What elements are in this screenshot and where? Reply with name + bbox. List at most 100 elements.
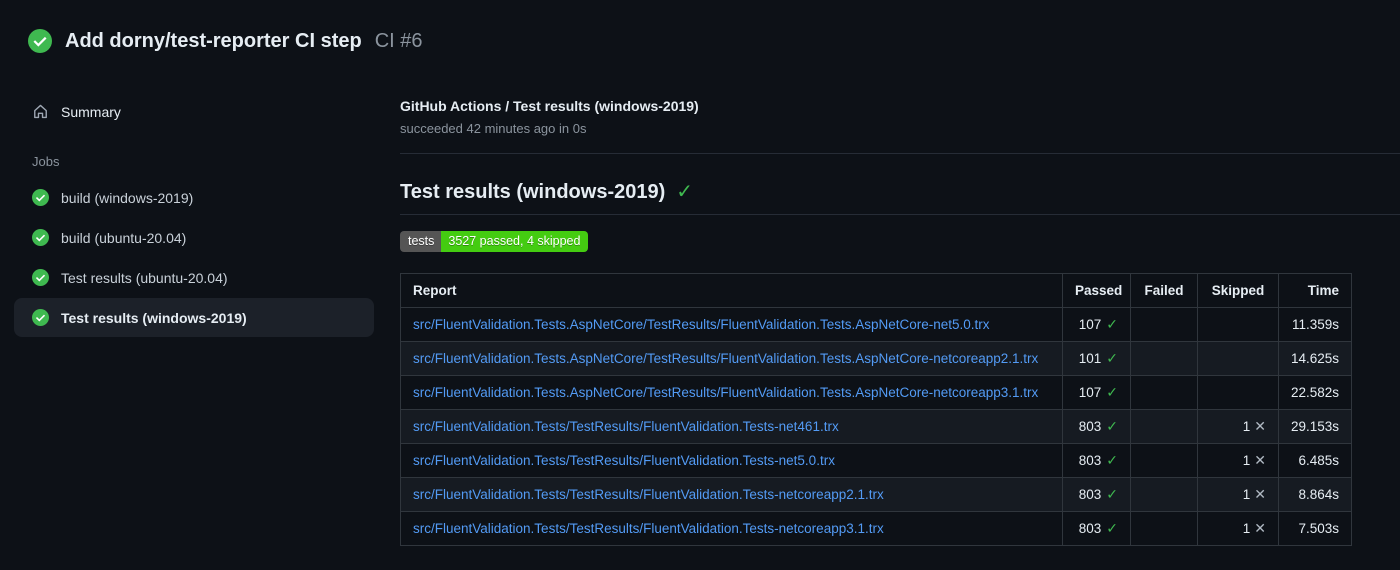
check-icon: ✓	[1106, 384, 1118, 400]
sidebar-item-job[interactable]: build (ubuntu-20.04)	[14, 218, 374, 257]
passed-count: 107	[1078, 385, 1102, 400]
failed-cell	[1130, 409, 1198, 444]
job-label: build (ubuntu-20.04)	[61, 229, 187, 246]
sidebar-item-job[interactable]: Test results (ubuntu-20.04)	[14, 258, 374, 297]
check-circle-icon	[28, 28, 52, 53]
passed-count: 803	[1078, 521, 1102, 536]
column-header-report: Report	[400, 273, 1063, 308]
passed-count: 803	[1078, 487, 1102, 502]
report-cell: src/FluentValidation.Tests/TestResults/F…	[400, 511, 1063, 546]
sidebar-item-job[interactable]: build (windows-2019)	[14, 178, 374, 217]
report-link[interactable]: src/FluentValidation.Tests.AspNetCore/Te…	[413, 385, 1038, 400]
breadcrumb: GitHub Actions / Test results (windows-2…	[400, 98, 699, 114]
column-header-skipped: Skipped	[1197, 273, 1279, 308]
report-link[interactable]: src/FluentValidation.Tests/TestResults/F…	[413, 487, 884, 502]
table-header-row: Report Passed Failed Skipped Time	[400, 273, 1352, 308]
passed-count: 803	[1078, 419, 1102, 434]
badge-value: 3527 passed, 4 skipped	[441, 231, 589, 252]
failed-cell	[1130, 443, 1198, 478]
run-header: Add dorny/test-reporter CI step CI #6	[0, 0, 1400, 54]
time-cell: 7.503s	[1278, 511, 1352, 546]
check-icon: ✓	[1106, 350, 1118, 366]
passed-cell: 107 ✓	[1062, 307, 1131, 342]
skipped-count: 1	[1242, 487, 1251, 502]
column-header-passed: Passed	[1062, 273, 1131, 308]
passed-cell: 803 ✓	[1062, 477, 1131, 512]
failed-cell	[1130, 341, 1198, 376]
report-link[interactable]: src/FluentValidation.Tests/TestResults/F…	[413, 453, 835, 468]
skipped-count: 1	[1242, 419, 1251, 434]
check-icon: ✓	[1106, 486, 1118, 502]
page-title: Test results (windows-2019) ✓	[400, 179, 1400, 205]
report-cell: src/FluentValidation.Tests/TestResults/F…	[400, 477, 1063, 512]
jobs-list: build (windows-2019) build (ubuntu-20.04)…	[14, 178, 374, 337]
tests-status-badge: tests 3527 passed, 4 skipped	[400, 231, 589, 252]
column-header-time: Time	[1278, 273, 1352, 308]
failed-cell	[1130, 477, 1198, 512]
check-circle-icon	[32, 269, 49, 286]
time-cell: 6.485s	[1278, 443, 1352, 478]
skipped-count: 1	[1242, 521, 1251, 536]
failed-cell	[1130, 307, 1198, 342]
check-circle-icon	[32, 229, 49, 246]
time-cell: 11.359s	[1278, 307, 1352, 342]
passed-count: 803	[1078, 453, 1102, 468]
passed-cell: 803 ✓	[1062, 409, 1131, 444]
divider	[400, 153, 1400, 154]
page-layout: Summary Jobs build (windows-2019) build (…	[0, 78, 1400, 546]
check-circle-icon	[32, 189, 49, 206]
passed-cell: 101 ✓	[1062, 341, 1131, 376]
report-link[interactable]: src/FluentValidation.Tests.AspNetCore/Te…	[413, 351, 1038, 366]
report-cell: src/FluentValidation.Tests.AspNetCore/Te…	[400, 307, 1063, 342]
time-cell: 8.864s	[1278, 477, 1352, 512]
report-table-body: src/FluentValidation.Tests.AspNetCore/Te…	[400, 307, 1352, 546]
passed-cell: 803 ✓	[1062, 511, 1131, 546]
check-circle-icon	[32, 309, 49, 326]
table-row: src/FluentValidation.Tests.AspNetCore/Te…	[400, 341, 1352, 376]
report-link[interactable]: src/FluentValidation.Tests/TestResults/F…	[413, 521, 884, 536]
x-icon: ✕	[1254, 520, 1266, 536]
x-icon: ✕	[1254, 486, 1266, 502]
skipped-count: 1	[1242, 453, 1251, 468]
skipped-cell	[1197, 341, 1279, 376]
table-row: src/FluentValidation.Tests/TestResults/F…	[400, 409, 1352, 444]
time-cell: 14.625s	[1278, 341, 1352, 376]
time-cell: 22.582s	[1278, 375, 1352, 410]
table-row: src/FluentValidation.Tests.AspNetCore/Te…	[400, 307, 1352, 342]
status-line: succeeded 42 minutes ago in 0s	[400, 121, 587, 136]
jobs-section-label: Jobs	[32, 154, 60, 169]
table-row: src/FluentValidation.Tests/TestResults/F…	[400, 443, 1352, 478]
section-heading-text: Test results (windows-2019)	[400, 181, 666, 203]
sidebar-item-job[interactable]: Test results (windows-2019)	[14, 298, 374, 337]
skipped-cell: 1 ✕	[1197, 477, 1279, 512]
x-icon: ✕	[1254, 452, 1266, 468]
skipped-cell	[1197, 375, 1279, 410]
report-cell: src/FluentValidation.Tests.AspNetCore/Te…	[400, 341, 1063, 376]
job-label: Test results (windows-2019)	[61, 309, 247, 326]
skipped-cell	[1197, 307, 1279, 342]
sidebar-item-summary[interactable]: Summary	[14, 94, 374, 129]
sidebar: Summary Jobs build (windows-2019) build (…	[0, 78, 390, 338]
passed-count: 101	[1078, 351, 1102, 366]
main-content: GitHub Actions / Test results (windows-2…	[390, 78, 1400, 546]
test-results-table: Report Passed Failed Skipped Time src/Fl…	[400, 273, 1352, 546]
time-cell: 29.153s	[1278, 409, 1352, 444]
x-icon: ✕	[1254, 418, 1266, 434]
failed-cell	[1130, 511, 1198, 546]
table-row: src/FluentValidation.Tests.AspNetCore/Te…	[400, 375, 1352, 410]
skipped-cell: 1 ✕	[1197, 409, 1279, 444]
check-icon: ✓	[1106, 452, 1118, 468]
skipped-cell: 1 ✕	[1197, 443, 1279, 478]
report-link[interactable]: src/FluentValidation.Tests.AspNetCore/Te…	[413, 317, 990, 332]
check-icon: ✓	[1106, 316, 1118, 332]
passed-count: 107	[1078, 317, 1102, 332]
column-header-failed: Failed	[1130, 273, 1198, 308]
table-header: Report Passed Failed Skipped Time	[400, 273, 1352, 308]
passed-cell: 803 ✓	[1062, 443, 1131, 478]
run-number: CI #6	[374, 29, 423, 52]
failed-cell	[1130, 375, 1198, 410]
passed-cell: 107 ✓	[1062, 375, 1131, 410]
job-label: build (windows-2019)	[61, 189, 194, 206]
report-link[interactable]: src/FluentValidation.Tests/TestResults/F…	[413, 419, 839, 434]
report-cell: src/FluentValidation.Tests.AspNetCore/Te…	[400, 375, 1063, 410]
